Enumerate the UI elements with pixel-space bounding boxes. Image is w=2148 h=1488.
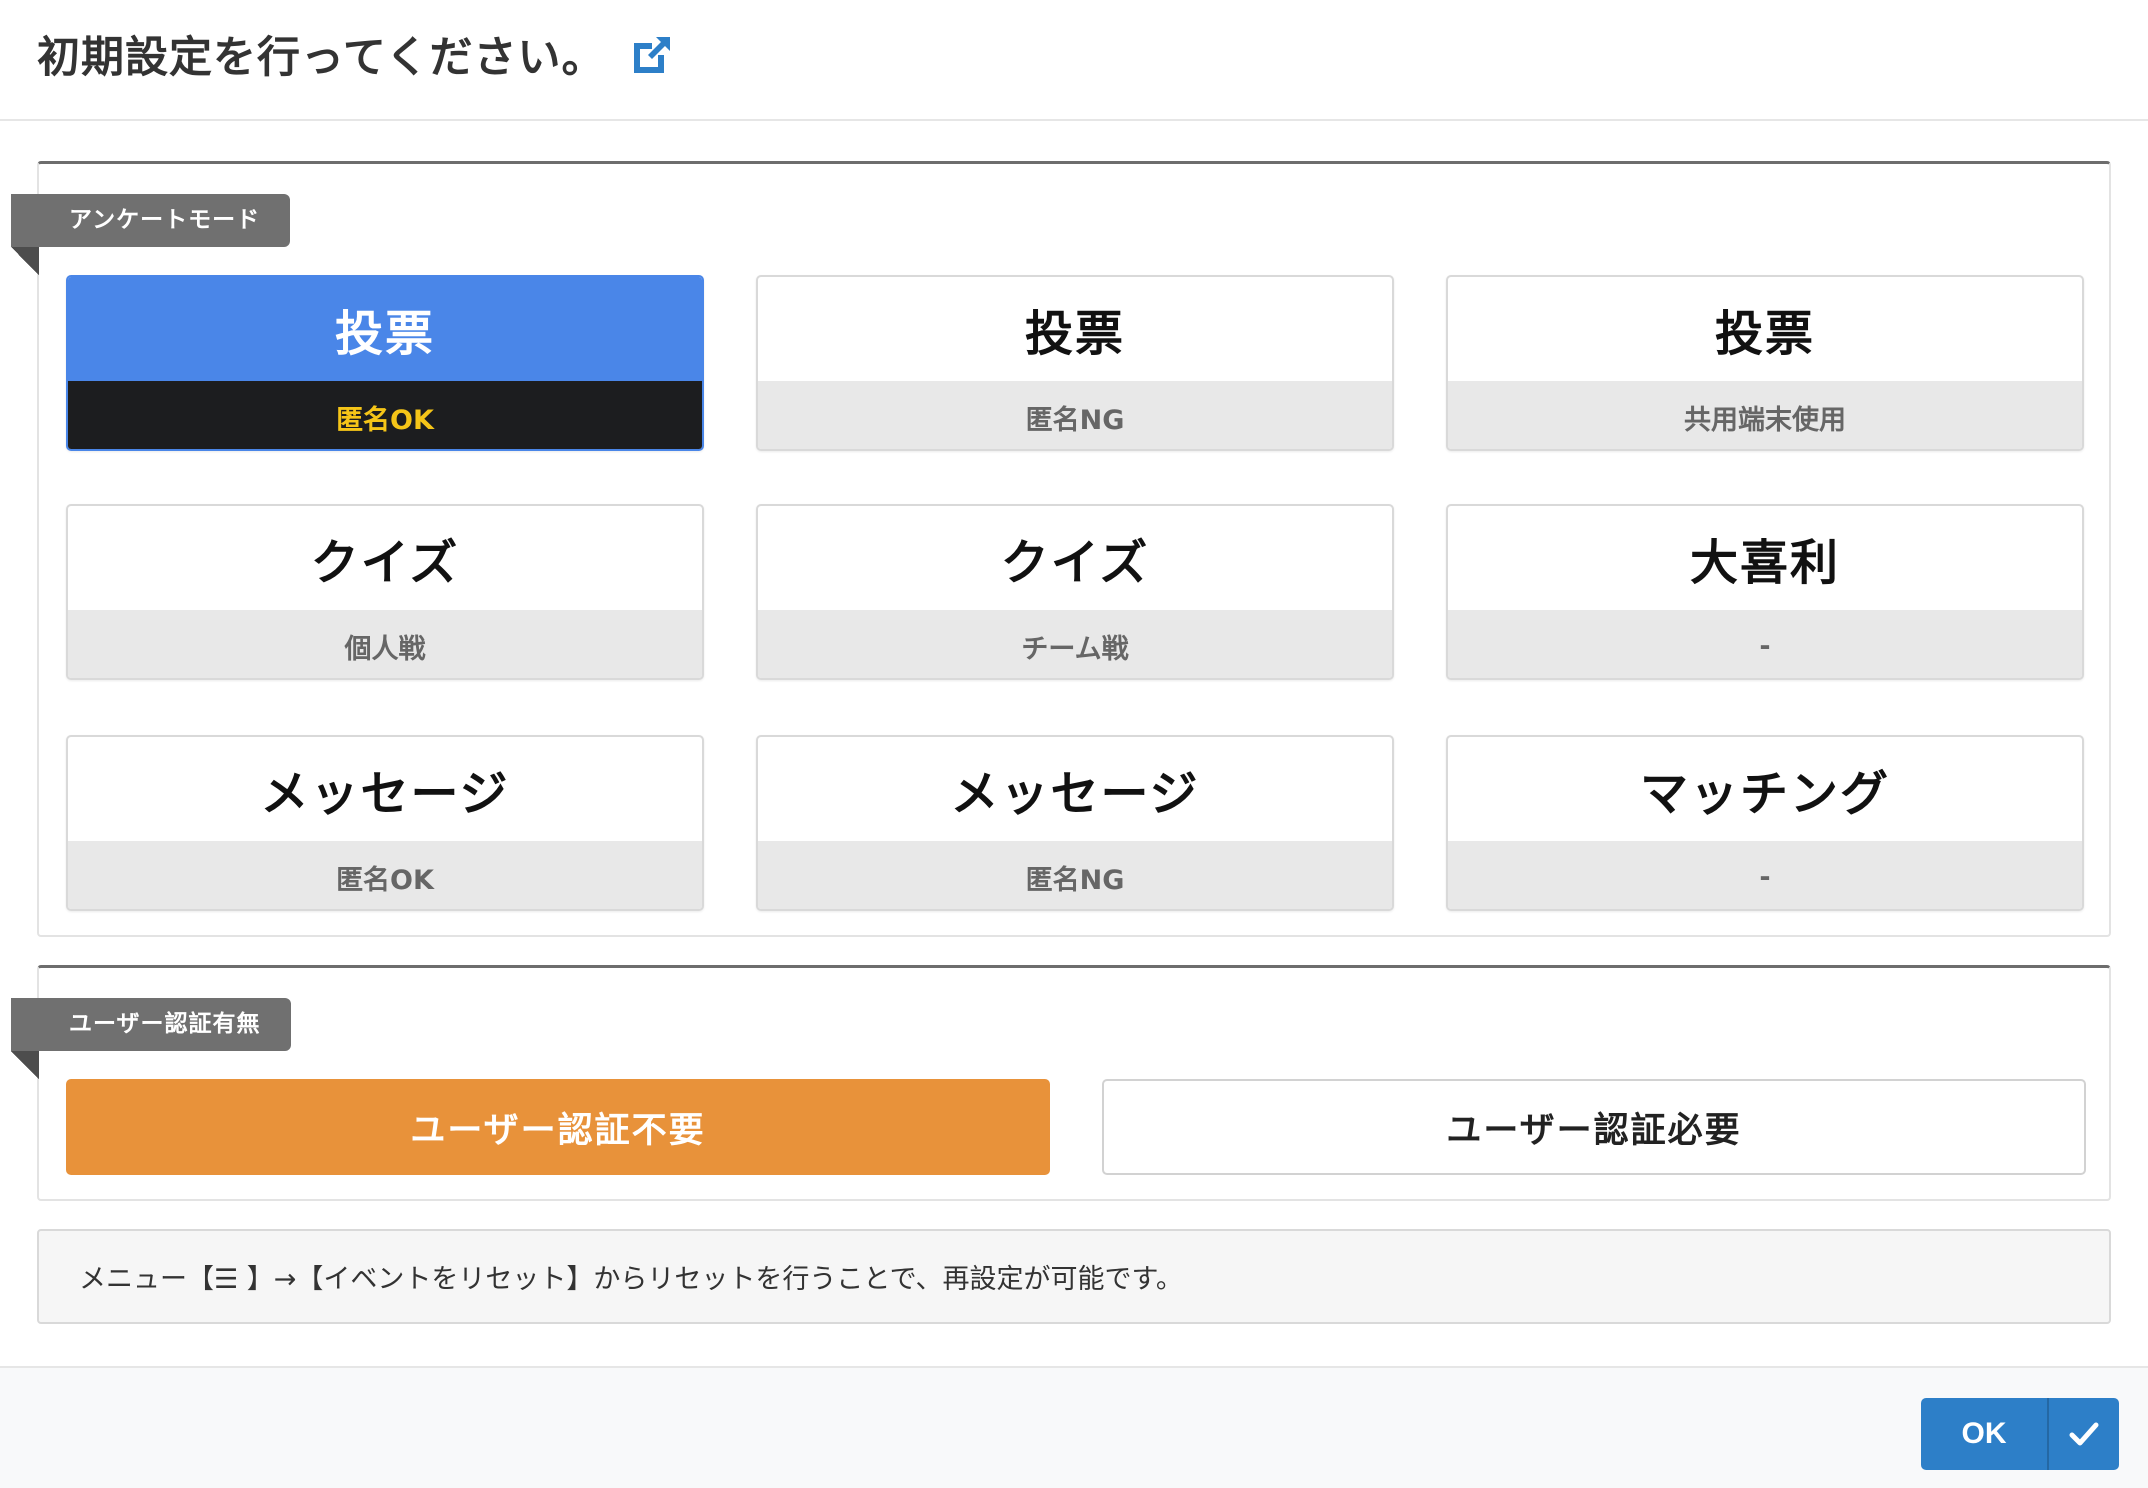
ribbon-fold (11, 1051, 39, 1079)
mode-card-title: マッチング (1639, 766, 1890, 822)
check-icon (2049, 1417, 2119, 1451)
mode-card-vote-anonymous-ng[interactable]: 投票 匿名NG (756, 275, 1394, 451)
mode-card-message-anonymous-ng[interactable]: メッセージ 匿名NG (756, 735, 1394, 911)
mode-card-subtitle: チーム戦 (758, 610, 1392, 678)
survey-mode-panel: アンケートモード 投票 匿名OK 投票 匿名NG 投票 共用端末使用 クイズ 個… (11, 161, 2111, 937)
mode-card-subtitle: 個人戦 (68, 610, 702, 678)
mode-card-subtitle: 匿名NG (758, 381, 1392, 449)
mode-card-title: 投票 (1714, 306, 1815, 362)
mode-card-quiz-team[interactable]: クイズ チーム戦 (756, 504, 1394, 680)
mode-card-subtitle: 共用端末使用 (1448, 381, 2082, 449)
reset-info-text: メニュー【☰ 】→【イベントをリセット】からリセットを行うことで、再設定が可能で… (79, 1264, 1183, 1295)
setup-dialog: 初期設定を行ってください。 アンケートモード 投票 匿名OK 投票 匿名NG 投… (0, 0, 2148, 1488)
dialog-header: 初期設定を行ってください。 (0, 0, 2148, 121)
mode-card-title: メッセージ (950, 766, 1200, 822)
mode-card-title: メッセージ (260, 766, 510, 822)
mode-card-subtitle: 匿名NG (758, 841, 1392, 909)
mode-card-subtitle: - (1448, 841, 2082, 909)
reset-info-note: メニュー【☰ 】→【イベントをリセット】からリセットを行うことで、再設定が可能で… (37, 1229, 2111, 1324)
mode-card-title: 投票 (68, 277, 702, 381)
mode-card-subtitle: 匿名OK (68, 841, 702, 909)
mode-card-title: 大喜利 (1689, 535, 1840, 591)
mode-card-vote-shared-device[interactable]: 投票 共用端末使用 (1446, 275, 2084, 451)
mode-card-vote-anonymous-ok[interactable]: 投票 匿名OK (66, 275, 704, 451)
mode-card-quiz-individual[interactable]: クイズ 個人戦 (66, 504, 704, 680)
mode-grid: 投票 匿名OK 投票 匿名NG 投票 共用端末使用 クイズ 個人戦 クイズ チー… (66, 275, 2086, 915)
mode-card-title: クイズ (310, 535, 460, 591)
user-auth-panel: ユーザー認証有無 ユーザー認証不要 ユーザー認証必要 (11, 965, 2111, 1201)
mode-card-title: 投票 (1024, 306, 1125, 362)
mode-card-oogiri[interactable]: 大喜利 - (1446, 504, 2084, 680)
ok-button[interactable]: OK (1921, 1398, 2119, 1470)
mode-card-title: クイズ (1000, 535, 1150, 591)
external-link-icon[interactable] (628, 31, 676, 79)
mode-card-subtitle: - (1448, 610, 2082, 678)
mode-card-message-anonymous-ok[interactable]: メッセージ 匿名OK (66, 735, 704, 911)
auth-not-required-button[interactable]: ユーザー認証不要 (66, 1079, 1050, 1175)
ribbon-fold (11, 247, 39, 275)
mode-card-subtitle: 匿名OK (68, 381, 702, 449)
auth-required-button[interactable]: ユーザー認証必要 (1102, 1079, 2086, 1175)
ok-button-label: OK (1961, 1417, 2007, 1450)
dialog-title: 初期設定を行ってください。 (37, 32, 606, 83)
user-auth-label: ユーザー認証有無 (11, 998, 291, 1051)
dialog-footer: OK (0, 1366, 2148, 1488)
survey-mode-label: アンケートモード (11, 194, 291, 247)
mode-card-matching[interactable]: マッチング - (1446, 735, 2084, 911)
